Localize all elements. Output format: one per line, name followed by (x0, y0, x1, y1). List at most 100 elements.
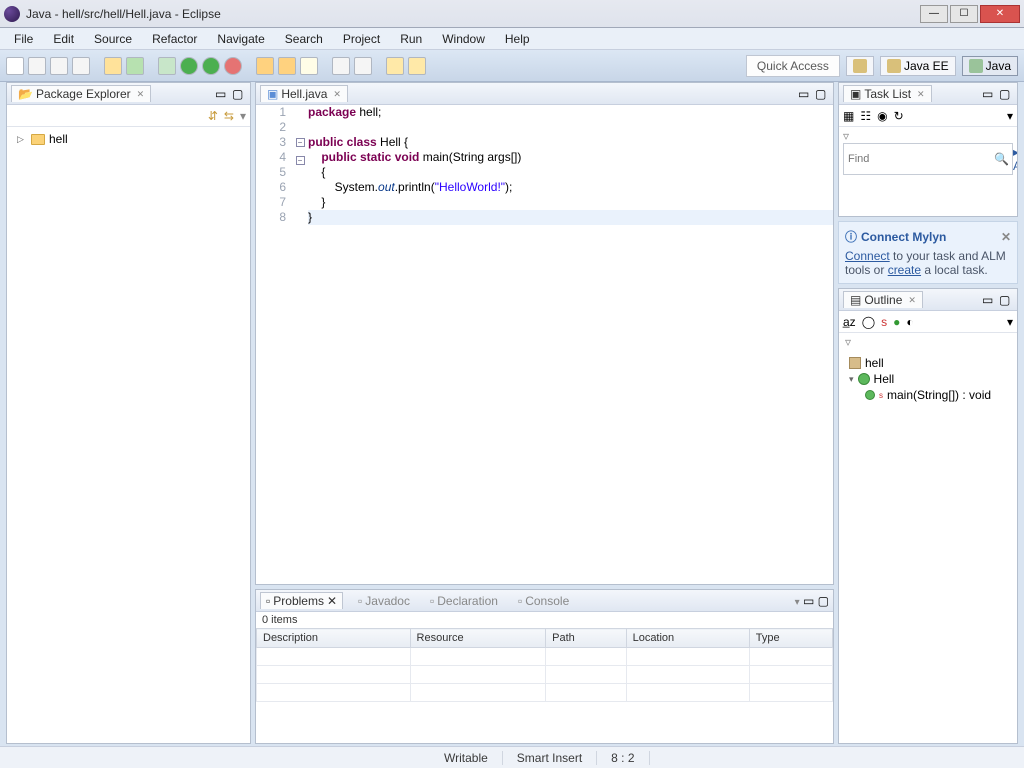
menu-source[interactable]: Source (84, 30, 142, 48)
close-button[interactable]: ✕ (980, 5, 1020, 23)
collapse-all-icon[interactable]: ⇵ (208, 109, 218, 123)
maximize-button[interactable]: ☐ (950, 5, 978, 23)
status-writable: Writable (430, 751, 503, 765)
open-task-icon[interactable] (354, 57, 372, 75)
bottom-tabs: ▫Problems✕ ▫Javadoc ▫Declaration ▫Console ▾… (256, 590, 833, 612)
run-last-icon[interactable] (202, 57, 220, 75)
col-location[interactable]: Location (626, 629, 749, 648)
new-package-icon[interactable] (256, 57, 274, 75)
statusbar: Writable Smart Insert 8 : 2 (0, 746, 1024, 768)
hide-static-icon[interactable]: s (881, 315, 887, 329)
maximize-view-icon[interactable]: ▢ (999, 87, 1013, 101)
problems-table[interactable]: DescriptionResourcePathLocationType (256, 628, 833, 702)
mylyn-connect-link[interactable]: Connect (845, 249, 890, 263)
minimize-view-icon[interactable]: ▭ (803, 594, 814, 608)
outline-class[interactable]: ▾Hell (843, 371, 1013, 387)
focus-icon[interactable]: ◉ (877, 109, 887, 123)
outline-tree[interactable]: hell▾Hellsmain(String[]) : void (839, 351, 1017, 743)
eclipse-icon (4, 6, 20, 22)
table-row (257, 648, 833, 666)
col-resource[interactable]: Resource (410, 629, 546, 648)
menu-run[interactable]: Run (390, 30, 432, 48)
close-icon[interactable]: ✕ (1001, 230, 1011, 244)
task-list-tab[interactable]: ▣Task List✕ (843, 85, 932, 102)
view-menu-icon[interactable]: ▾ (1007, 109, 1013, 123)
code-editor[interactable]: 12345678 −− package hell; public class H… (256, 105, 833, 584)
tab-javadoc[interactable]: ▫Javadoc (353, 593, 415, 609)
menu-search[interactable]: Search (275, 30, 333, 48)
expand-icon[interactable]: ▷ (17, 134, 27, 145)
minimize-view-icon[interactable]: ▭ (215, 87, 229, 101)
close-icon[interactable]: ✕ (917, 89, 925, 100)
search-icon[interactable]: 🔍 (994, 152, 1009, 166)
quick-access[interactable]: Quick Access (746, 55, 840, 77)
close-icon[interactable]: ✕ (137, 89, 145, 100)
debug-icon[interactable] (158, 57, 176, 75)
new-class-icon[interactable] (278, 57, 296, 75)
back-icon[interactable] (386, 57, 404, 75)
tree-label: hell (49, 132, 68, 146)
close-icon[interactable]: ✕ (908, 295, 916, 306)
search-icon[interactable] (300, 57, 318, 75)
perspective-java[interactable]: Java (962, 56, 1018, 76)
info-icon: ⓘ (845, 228, 857, 245)
maximize-view-icon[interactable]: ▢ (815, 87, 829, 101)
mylyn-create-link[interactable]: create (888, 263, 921, 277)
view-menu-icon[interactable]: ▾ (1007, 315, 1013, 329)
menu-file[interactable]: File (4, 30, 43, 48)
tab-declaration[interactable]: ▫Declaration (425, 593, 503, 609)
package-explorer-tree[interactable]: ▷ hell (7, 127, 250, 743)
hide-local-icon[interactable]: ◐ (906, 315, 913, 329)
col-description[interactable]: Description (257, 629, 411, 648)
outline-method[interactable]: smain(String[]) : void (843, 387, 1013, 403)
menu-window[interactable]: Window (432, 30, 495, 48)
col-type[interactable]: Type (749, 629, 832, 648)
package-explorer-tab[interactable]: 📂Package Explorer✕ (11, 85, 151, 102)
hide-fields-icon[interactable]: ◯ (862, 315, 875, 329)
open-perspective-button[interactable] (846, 56, 874, 76)
task-search[interactable]: 🔍 ▸ All ▸ Activ... (843, 143, 1013, 175)
menu-navigate[interactable]: Navigate (207, 30, 274, 48)
hide-nonpublic-icon[interactable]: ● (893, 315, 900, 329)
external-tools-icon[interactable] (224, 57, 242, 75)
maximize-view-icon[interactable]: ▢ (999, 293, 1013, 307)
maximize-view-icon[interactable]: ▢ (232, 87, 246, 101)
build-icon[interactable] (104, 57, 122, 75)
problems-count: 0 items (256, 612, 833, 628)
minimize-view-icon[interactable]: ▭ (982, 293, 996, 307)
filter-all[interactable]: All (1013, 159, 1018, 173)
perspective-java-ee[interactable]: Java EE (880, 56, 956, 76)
minimize-button[interactable]: — (920, 5, 948, 23)
sort-icon[interactable]: a̲z (843, 315, 856, 329)
new-task-icon[interactable]: ▦ (843, 109, 854, 123)
link-editor-icon[interactable]: ⇆ (224, 109, 234, 123)
tree-item-hell[interactable]: ▷ hell (11, 131, 246, 147)
task-search-input[interactable] (848, 153, 990, 165)
refresh-icon[interactable] (126, 57, 144, 75)
menu-project[interactable]: Project (333, 30, 390, 48)
outline-tab[interactable]: ▤Outline✕ (843, 291, 923, 308)
outline-package[interactable]: hell (843, 355, 1013, 371)
minimize-view-icon[interactable]: ▭ (798, 87, 812, 101)
col-path[interactable]: Path (546, 629, 626, 648)
synchronize-icon[interactable]: ↻ (894, 109, 904, 123)
open-type-icon[interactable] (332, 57, 350, 75)
print-icon[interactable] (72, 57, 90, 75)
run-icon[interactable] (180, 57, 198, 75)
close-icon[interactable]: ✕ (333, 89, 341, 100)
categorize-icon[interactable]: ☷ (860, 109, 871, 123)
save-icon[interactable] (28, 57, 46, 75)
tab-console[interactable]: ▫Console (513, 593, 574, 609)
menu-help[interactable]: Help (495, 30, 540, 48)
new-icon[interactable] (6, 57, 24, 75)
tab-problems[interactable]: ▫Problems✕ (260, 592, 343, 609)
view-menu-icon[interactable]: ▾ (795, 597, 800, 608)
view-menu-icon[interactable]: ▾ (240, 109, 246, 123)
editor-tab-hell[interactable]: ▣Hell.java✕ (260, 85, 348, 102)
menu-edit[interactable]: Edit (43, 30, 84, 48)
minimize-view-icon[interactable]: ▭ (982, 87, 996, 101)
forward-icon[interactable] (408, 57, 426, 75)
menu-refactor[interactable]: Refactor (142, 30, 207, 48)
save-all-icon[interactable] (50, 57, 68, 75)
maximize-view-icon[interactable]: ▢ (818, 594, 829, 608)
